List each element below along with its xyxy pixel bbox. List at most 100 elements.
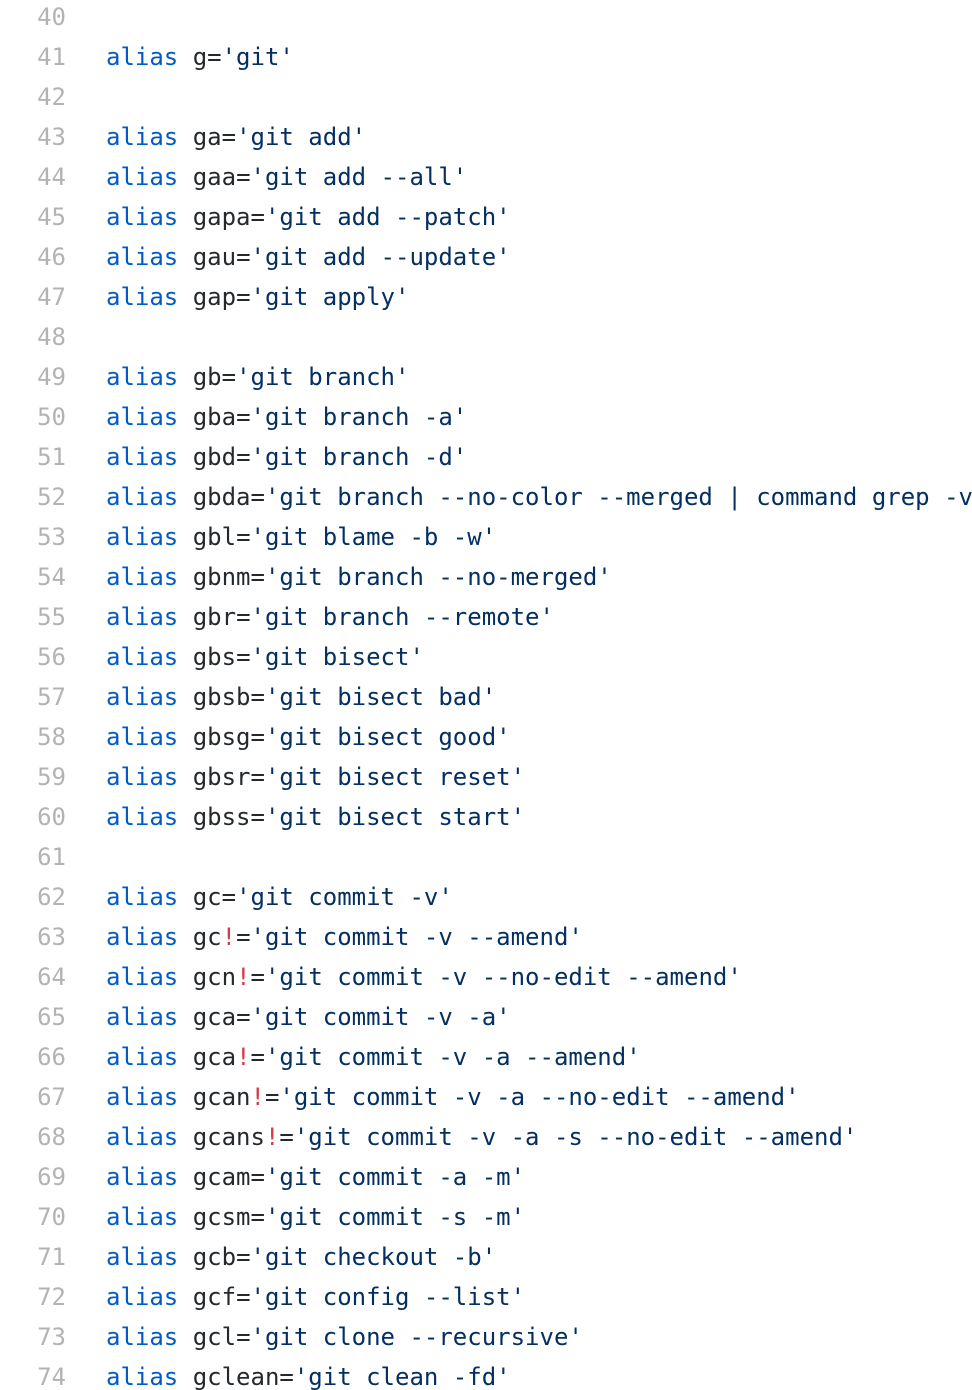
line-number[interactable]: 63	[0, 923, 66, 951]
line-number[interactable]: 61	[0, 843, 66, 871]
line-number[interactable]: 60	[0, 803, 66, 831]
alias-command-string: 'git commit -v --amend'	[250, 923, 583, 951]
alias-keyword: alias	[106, 603, 179, 631]
alias-command-string: 'git branch -a'	[250, 403, 468, 431]
line-number[interactable]: 71	[0, 1243, 66, 1271]
alias-keyword: alias	[106, 1043, 179, 1071]
line-content: alias gbsg='git bisect good'	[66, 723, 511, 751]
line-number[interactable]: 49	[0, 363, 66, 391]
line-number[interactable]: 54	[0, 563, 66, 591]
line-content: alias gaa='git add --all'	[66, 163, 467, 191]
line-number[interactable]: 72	[0, 1283, 66, 1311]
line-number[interactable]: 48	[0, 323, 66, 351]
line-number[interactable]: 65	[0, 1003, 66, 1031]
code-view: 40 41 alias g='git' 42 43 alias ga='git add' 4…	[0, 0, 972, 1390]
line-number[interactable]: 57	[0, 683, 66, 711]
line-number[interactable]: 70	[0, 1203, 66, 1231]
code-line: 50 alias gba='git branch -a'	[0, 397, 972, 437]
alias-name: gcf	[192, 1283, 237, 1311]
line-number[interactable]: 47	[0, 283, 66, 311]
line-number[interactable]: 45	[0, 203, 66, 231]
alias-keyword: alias	[106, 683, 179, 711]
line-number[interactable]: 73	[0, 1323, 66, 1351]
code-line: 55 alias gbr='git branch --remote'	[0, 597, 972, 637]
equals-sign: =	[264, 1083, 280, 1111]
alias-keyword: alias	[106, 203, 179, 231]
line-number[interactable]: 41	[0, 43, 66, 71]
code-line: 44 alias gaa='git add --all'	[0, 157, 972, 197]
line-number[interactable]: 64	[0, 963, 66, 991]
alias-command-string: 'git commit -v -a --amend'	[264, 1043, 641, 1071]
alias-name: gcam	[192, 1163, 251, 1191]
equals-sign: =	[250, 1163, 265, 1191]
code-line: 45 alias gapa='git add --patch'	[0, 197, 972, 237]
alias-keyword: alias	[106, 163, 179, 191]
line-number[interactable]: 52	[0, 483, 66, 511]
alias-keyword: alias	[106, 483, 179, 511]
alias-command-string: 'git add --all'	[250, 163, 468, 191]
equals-sign: =	[250, 963, 265, 991]
code-line: 56 alias gbs='git bisect'	[0, 637, 972, 677]
line-content: alias gca!='git commit -v -a --amend'	[66, 1043, 641, 1071]
code-line: 69 alias gcam='git commit -a -m'	[0, 1157, 972, 1197]
alias-command-string: 'git commit -v --no-edit --amend'	[264, 963, 742, 991]
alias-keyword: alias	[106, 1163, 179, 1191]
bang-operator: !	[250, 1083, 265, 1111]
line-number[interactable]: 40	[0, 3, 66, 31]
alias-keyword: alias	[106, 1203, 179, 1231]
equals-sign: =	[221, 883, 237, 911]
alias-keyword: alias	[106, 523, 179, 551]
line-number[interactable]: 56	[0, 643, 66, 671]
alias-name: gbs	[192, 643, 237, 671]
line-number[interactable]: 62	[0, 883, 66, 911]
alias-command-string: 'git commit -a -m'	[264, 1163, 526, 1191]
code-line: 51 alias gbd='git branch -d'	[0, 437, 972, 477]
line-content: alias gbr='git branch --remote'	[66, 603, 554, 631]
line-number[interactable]: 69	[0, 1163, 66, 1191]
line-number[interactable]: 51	[0, 443, 66, 471]
code-line: 66 alias gca!='git commit -v -a --amend'	[0, 1037, 972, 1077]
code-line: 42	[0, 77, 972, 117]
equals-sign: =	[236, 603, 251, 631]
line-number[interactable]: 58	[0, 723, 66, 751]
line-number[interactable]: 68	[0, 1123, 66, 1151]
code-line: 53 alias gbl='git blame -b -w'	[0, 517, 972, 557]
alias-name: gca	[192, 1043, 237, 1071]
line-number[interactable]: 74	[0, 1363, 66, 1390]
alias-command-string: 'git apply'	[250, 283, 410, 311]
line-content: alias gcn!='git commit -v --no-edit --am…	[66, 963, 742, 991]
line-number[interactable]: 43	[0, 123, 66, 151]
alias-command-string: 'git branch'	[236, 363, 410, 391]
line-number[interactable]: 67	[0, 1083, 66, 1111]
line-number[interactable]: 50	[0, 403, 66, 431]
code-line: 72 alias gcf='git config --list'	[0, 1277, 972, 1317]
line-content: alias gcb='git checkout -b'	[66, 1243, 496, 1271]
line-content: alias gcam='git commit -a -m'	[66, 1163, 525, 1191]
alias-command-string: 'git bisect good'	[264, 723, 511, 751]
line-content: alias gcan!='git commit -v -a --no-edit …	[66, 1083, 800, 1111]
equals-sign: =	[279, 1123, 294, 1151]
line-content: alias gap='git apply'	[66, 283, 409, 311]
line-number[interactable]: 42	[0, 83, 66, 111]
line-number[interactable]: 46	[0, 243, 66, 271]
line-number[interactable]: 55	[0, 603, 66, 631]
alias-keyword: alias	[106, 1083, 179, 1111]
code-line: 47 alias gap='git apply'	[0, 277, 972, 317]
line-number[interactable]: 66	[0, 1043, 66, 1071]
line-number[interactable]: 44	[0, 163, 66, 191]
alias-keyword: alias	[106, 763, 179, 791]
alias-keyword: alias	[106, 883, 179, 911]
line-number[interactable]: 59	[0, 763, 66, 791]
alias-name: gc	[192, 883, 222, 911]
line-number[interactable]: 53	[0, 523, 66, 551]
line-content: alias gbsr='git bisect reset'	[66, 763, 525, 791]
alias-command-string: 'git branch --no-color --merged | comman…	[264, 483, 972, 511]
